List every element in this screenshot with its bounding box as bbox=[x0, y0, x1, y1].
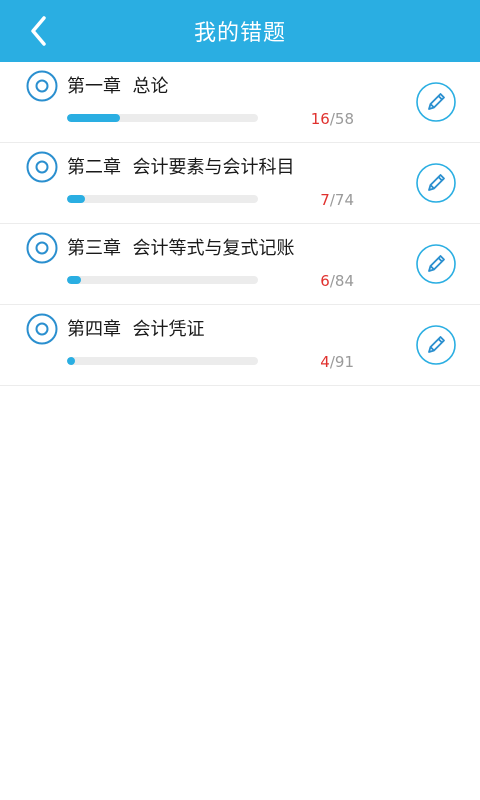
target-circle-icon bbox=[26, 232, 58, 264]
progress-count: 4/91 bbox=[320, 353, 354, 371]
chapter-list: 第一章 总论 16/58 第二章 会计要素与会计科目 7/74 第三章 会计等式… bbox=[0, 62, 480, 386]
back-button[interactable] bbox=[22, 14, 56, 48]
progress-fill bbox=[67, 357, 76, 365]
chapter-row[interactable]: 第四章 会计凭证 4/91 bbox=[0, 305, 480, 386]
progress-count: 7/74 bbox=[320, 191, 354, 209]
pencil-icon[interactable] bbox=[416, 244, 456, 284]
total-count: 74 bbox=[334, 191, 354, 209]
progress-fill bbox=[67, 114, 120, 122]
progress-count: 16/58 bbox=[310, 110, 354, 128]
total-count: 91 bbox=[334, 353, 354, 371]
pencil-icon[interactable] bbox=[416, 82, 456, 122]
chapter-row[interactable]: 第三章 会计等式与复式记账 6/84 bbox=[0, 224, 480, 305]
done-count: 6 bbox=[320, 272, 330, 290]
chapter-title: 第四章 会计凭证 bbox=[67, 319, 205, 340]
chapter-row[interactable]: 第一章 总论 16/58 bbox=[0, 62, 480, 143]
app-header: 我的错题 bbox=[0, 0, 480, 62]
chapter-title: 第二章 会计要素与会计科目 bbox=[67, 157, 295, 178]
progress-bar bbox=[67, 276, 258, 284]
total-count: 84 bbox=[334, 272, 354, 290]
target-circle-icon bbox=[26, 151, 58, 183]
chevron-left-icon bbox=[31, 16, 46, 46]
progress-bar bbox=[67, 357, 258, 365]
pencil-icon[interactable] bbox=[416, 163, 456, 203]
page-title: 我的错题 bbox=[193, 21, 286, 46]
target-circle-icon bbox=[26, 70, 58, 102]
progress-fill bbox=[67, 195, 86, 203]
target-circle-icon bbox=[26, 313, 58, 345]
chapter-row[interactable]: 第二章 会计要素与会计科目 7/74 bbox=[0, 143, 480, 224]
done-count: 4 bbox=[320, 353, 330, 371]
progress-bar bbox=[67, 114, 258, 122]
pencil-icon[interactable] bbox=[416, 325, 456, 365]
progress-bar bbox=[67, 195, 258, 203]
done-count: 7 bbox=[320, 191, 330, 209]
done-count: 16 bbox=[310, 110, 330, 128]
chapter-title: 第一章 总论 bbox=[67, 76, 169, 97]
progress-fill bbox=[67, 276, 81, 284]
chapter-title: 第三章 会计等式与复式记账 bbox=[67, 238, 295, 259]
progress-count: 6/84 bbox=[320, 272, 354, 290]
total-count: 58 bbox=[334, 110, 354, 128]
